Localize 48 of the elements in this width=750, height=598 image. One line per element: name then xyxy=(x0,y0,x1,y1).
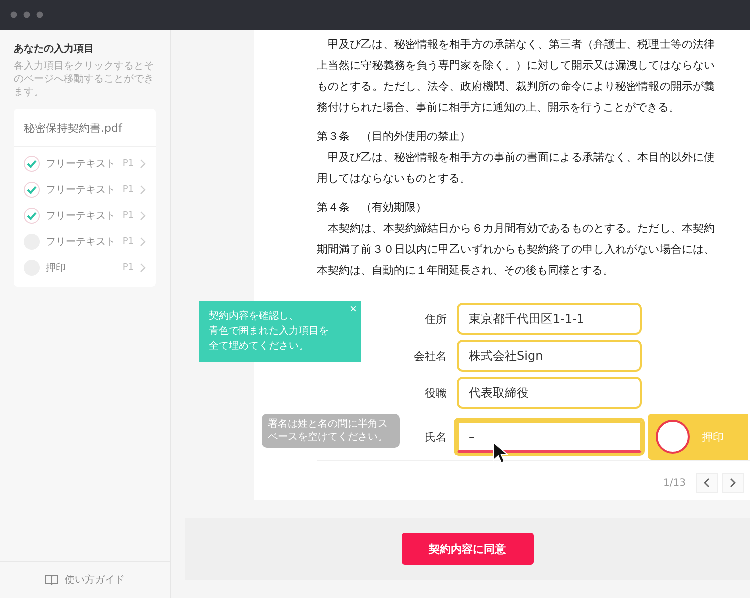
field-label: 住所 xyxy=(424,312,447,326)
input-item[interactable]: フリーテキスト P1 xyxy=(14,151,156,177)
book-icon xyxy=(45,574,59,586)
chevron-right-icon xyxy=(140,263,146,273)
item-label: 押印 xyxy=(46,262,67,275)
input-item[interactable]: フリーテキスト P1 xyxy=(14,177,156,203)
sidebar-title: あなたの入力項目 xyxy=(14,42,95,56)
page-number: P1 xyxy=(122,185,134,195)
chevron-right-icon xyxy=(140,159,146,169)
input-item[interactable]: フリーテキスト P1 xyxy=(14,203,156,229)
close-button[interactable]: × xyxy=(350,303,357,315)
item-label: フリーテキスト xyxy=(46,184,117,197)
chevron-right-icon xyxy=(140,237,146,247)
chevron-right-icon xyxy=(140,211,146,221)
guide-link[interactable]: 使い方ガイド xyxy=(0,561,170,598)
input-field[interactable]: 株式会社Sign xyxy=(457,340,642,372)
input-item[interactable]: フリーテキスト P1 xyxy=(14,229,156,255)
page-indicator: 1/13 xyxy=(664,478,686,488)
item-label: フリーテキスト xyxy=(46,158,117,171)
chevron-right-icon xyxy=(140,185,146,195)
next-page-button[interactable] xyxy=(722,473,744,493)
previous-page-button[interactable] xyxy=(696,473,718,493)
page-number: P1 xyxy=(122,211,134,221)
name-hint: 署名は姓と名の間に半角スペースを空けてください。 xyxy=(262,414,400,448)
agree-button[interactable]: 契約内容に同意 xyxy=(402,533,534,565)
article-paragraph: 甲及び乙は、秘密情報を相手方の事前の書面による承諾なく、本目的以外に使用してはならないものとする。 xyxy=(317,150,715,187)
field-label: 氏名 xyxy=(424,430,447,444)
page-number: P1 xyxy=(122,263,134,273)
article-paragraph: 本契約は、本契約締結日から６カ月間有効であるものとする。ただし、本契約期間満了前３０日以内に甲乙いずれからも契約終了の申し入れがない場合には、本契約は、自動的に１年間延長され、その後も同様とする。 xyxy=(317,221,715,279)
item-label: フリーテキスト xyxy=(46,210,117,223)
input-field[interactable]: 代表取締役 xyxy=(457,377,642,409)
field-label: 会社名 xyxy=(413,348,447,364)
field-label: 役職 xyxy=(424,386,447,400)
input-field[interactable]: – xyxy=(457,421,642,453)
mouse-pointer-icon xyxy=(493,442,509,464)
article-paragraph: 甲及び乙は、秘密情報を相手方の承諾なく、第三者（弁護士、税理士等の法律上当然に守秘義務を負う専門家を除く。）に対して開示又は漏洩してはならないものとする。ただし、法令、政府機関、裁判所の命令により秘密情報の開示が義務付けられた場合、事前に相手方に通知の上、開示を行うことができる。 xyxy=(317,37,715,116)
file-name: 秘密保持契約書.pdf xyxy=(14,113,156,147)
page-number: P1 xyxy=(122,237,134,247)
tooltip-text: 契約内容を確認し、 青色で囲まれた入力項目を 全て埋めてください。 xyxy=(209,311,329,352)
sidebar-description: 各入力項目をクリックするとそのページへ移動することができます。 xyxy=(14,60,155,99)
input-item[interactable]: 押印 P1 xyxy=(14,255,156,281)
item-label: フリーテキスト xyxy=(46,236,117,249)
chevron-right-icon xyxy=(730,478,736,488)
article-heading: 第４条 （有効期限） xyxy=(317,200,428,216)
article-heading: 第３条 （目的外使用の禁止） xyxy=(317,129,472,145)
chevron-left-icon xyxy=(704,478,710,488)
input-field[interactable]: 東京都千代田区1-1-1 xyxy=(457,303,642,335)
page-number: P1 xyxy=(122,159,134,169)
